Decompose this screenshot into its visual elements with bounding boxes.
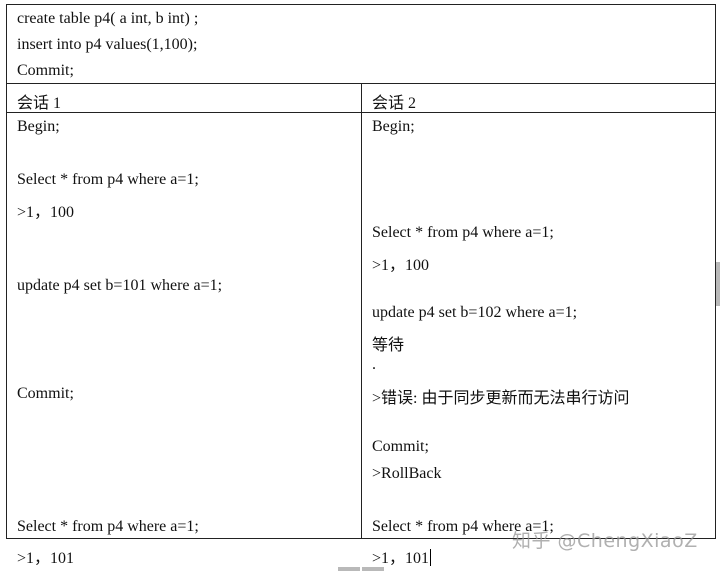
session2-line: Begin;: [372, 118, 415, 135]
scrollbar-thumb[interactable]: [716, 262, 720, 306]
session1-column: Begin; Select * from p4 where a=1; >1，10…: [7, 113, 361, 567]
session2-header: 会话 2: [372, 95, 417, 112]
session2-line: >错误: 由于同步更新而无法串行访问: [372, 390, 630, 407]
text-cursor: [430, 549, 432, 566]
transaction-table: create table p4( a int, b int) ; insert …: [6, 4, 716, 567]
session2-line: Commit;: [372, 438, 429, 455]
session1-line: Select * from p4 where a=1;: [17, 171, 199, 188]
session1-line: >1，101: [17, 550, 75, 567]
session1-line: Begin;: [17, 118, 60, 135]
watermark: 知乎 @ChengXiaoZ: [512, 530, 698, 552]
session2-line: .: [372, 356, 376, 373]
session1-header: 会话 1: [17, 95, 62, 112]
session2-header-cell: 会话 2: [362, 84, 715, 113]
session1-line: >1，100: [17, 204, 75, 221]
scroll-handle-right[interactable]: [362, 567, 384, 571]
setup-line-commit: Commit;: [17, 62, 74, 79]
session1-line: Select * from p4 where a=1;: [17, 518, 199, 535]
setup-line-create: create table p4( a int, b int) ;: [17, 10, 199, 27]
session2-line: Select * from p4 where a=1;: [372, 224, 554, 241]
session1-line: Commit;: [17, 385, 74, 402]
session2-last-line[interactable]: >1，101: [372, 544, 432, 568]
session2-line: >1，100: [372, 257, 430, 274]
setup-cell: create table p4( a int, b int) ; insert …: [7, 5, 715, 84]
session1-header-cell: 会话 1: [7, 84, 361, 113]
session2-line: update p4 set b=102 where a=1;: [372, 304, 578, 321]
session2-column: Begin; Select * from p4 where a=1; >1，10…: [362, 113, 715, 567]
scroll-handle-left[interactable]: [338, 567, 360, 571]
setup-line-insert: insert into p4 values(1,100);: [17, 36, 198, 53]
session2-line: 等待: [372, 337, 405, 354]
session1-line: update p4 set b=101 where a=1;: [17, 277, 223, 294]
session2-line: >RollBack: [372, 465, 442, 482]
